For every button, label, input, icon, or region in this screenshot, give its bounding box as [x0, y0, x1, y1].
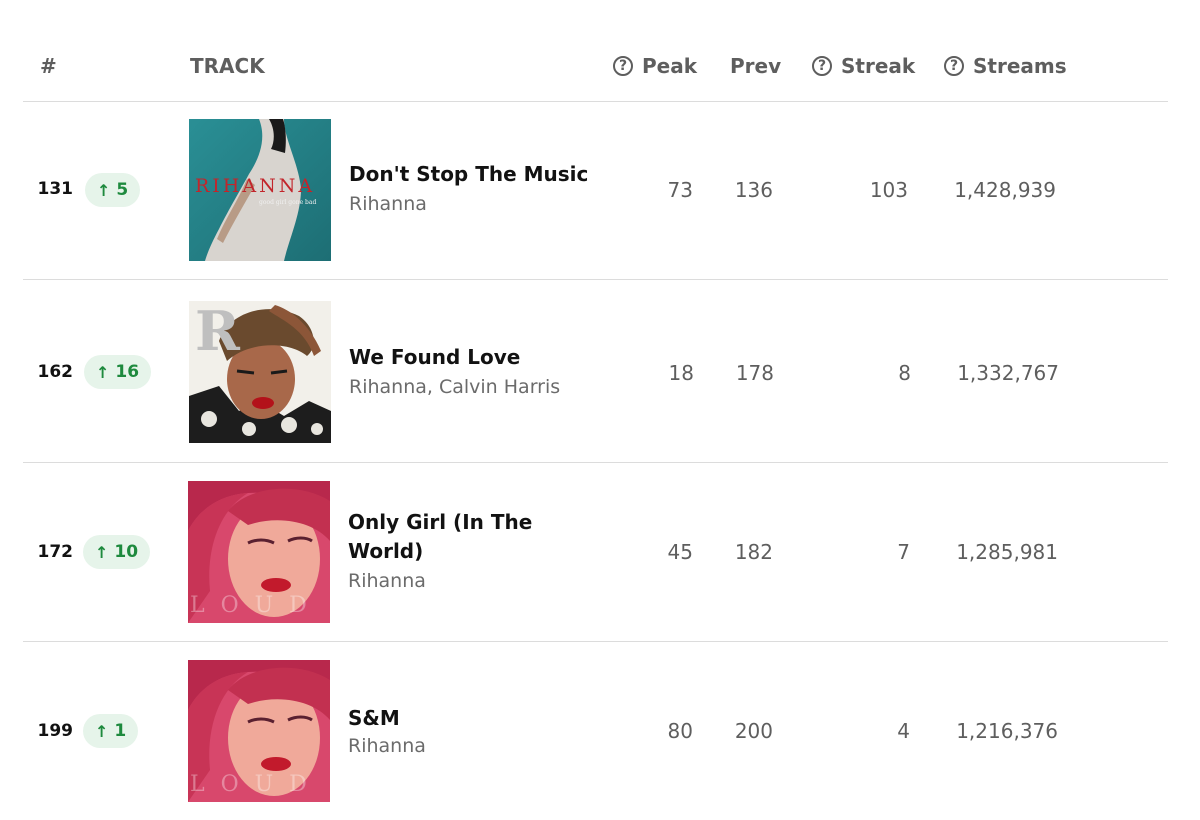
- streak-value: 8: [898, 361, 911, 385]
- album-cover[interactable]: R: [189, 301, 331, 443]
- rank-change-badge: ↑ 16: [84, 355, 152, 389]
- prev-value: 182: [734, 540, 773, 564]
- album-cover[interactable]: RIHANNA good girl gone bad: [189, 119, 331, 261]
- track-artist[interactable]: Rihanna: [349, 193, 427, 215]
- streams-header-label: Streams: [973, 54, 1067, 78]
- table-row[interactable]: 199 ↑ 1 LOUD S&M Rihanna 80 200 4 1,216,…: [23, 642, 1168, 820]
- rank-change-badge: ↑ 10: [83, 535, 151, 569]
- prev-value: 136: [734, 178, 773, 202]
- cover-artist-text: RIHANNA: [195, 175, 316, 197]
- table-row[interactable]: 162 ↑ 16 R We Found Love Rihanna, Calvin…: [23, 280, 1168, 463]
- rank-change-value: 1: [114, 721, 127, 741]
- album-cover[interactable]: LOUD: [188, 481, 330, 623]
- rank-number: 199: [37, 721, 74, 741]
- rank-change-value: 5: [116, 180, 129, 200]
- streams-column-header[interactable]: ? Streams: [944, 54, 1067, 78]
- streams-value: 1,428,939: [954, 178, 1056, 202]
- peak-column-header[interactable]: ? Peak: [613, 54, 697, 78]
- streak-value: 7: [897, 540, 910, 564]
- cover-album-text: good girl gone bad: [259, 199, 317, 206]
- album-cover[interactable]: LOUD: [188, 660, 330, 802]
- table-row[interactable]: 131 ↑ 5 RIHANNA good girl gone bad Don't…: [23, 101, 1168, 280]
- prev-value: 178: [735, 361, 774, 385]
- rank-number: 162: [37, 362, 74, 382]
- table-row[interactable]: 172 ↑ 10 LOUD Only Girl (In The World) R…: [23, 463, 1168, 642]
- prev-value: 200: [734, 719, 773, 743]
- rank-change-badge: ↑ 5: [85, 173, 141, 207]
- chart-header: # TRACK ? Peak Prev ? Streak ? Streams: [23, 0, 1168, 102]
- rank-column-header: #: [40, 54, 57, 78]
- track-title[interactable]: Only Girl (In The World): [348, 508, 578, 566]
- track-title[interactable]: Don't Stop The Music: [349, 160, 588, 189]
- peak-value: 18: [668, 361, 694, 385]
- peak-header-label: Peak: [642, 54, 698, 78]
- arrow-up-icon: ↑: [95, 721, 109, 741]
- arrow-up-icon: ↑: [97, 180, 111, 200]
- track-artist[interactable]: Rihanna: [348, 735, 426, 757]
- track-column-header: TRACK: [190, 54, 265, 78]
- peak-value: 80: [667, 719, 693, 743]
- streak-value: 103: [869, 178, 908, 202]
- rank-number: 131: [37, 179, 74, 199]
- rank-change-badge: ↑ 1: [83, 714, 139, 748]
- streams-value: 1,285,981: [956, 540, 1058, 564]
- rank-change-value: 10: [114, 542, 139, 562]
- track-title[interactable]: We Found Love: [349, 343, 520, 372]
- cover-logo-letter: R: [195, 301, 240, 363]
- streams-value: 1,332,767: [957, 361, 1059, 385]
- arrow-up-icon: ↑: [95, 542, 109, 562]
- rank-number: 172: [37, 542, 74, 562]
- arrow-up-icon: ↑: [96, 362, 110, 382]
- prev-column-header: Prev: [730, 54, 782, 78]
- streak-value: 4: [897, 719, 910, 743]
- rank-change-value: 16: [115, 362, 140, 382]
- track-title[interactable]: S&M: [348, 704, 400, 733]
- question-circle-icon[interactable]: ?: [812, 56, 832, 76]
- question-circle-icon[interactable]: ?: [613, 56, 633, 76]
- track-artist[interactable]: Rihanna, Calvin Harris: [349, 376, 560, 398]
- peak-value: 45: [667, 540, 693, 564]
- peak-value: 73: [667, 178, 693, 202]
- cover-album-text: LOUD: [190, 593, 323, 618]
- cover-album-text: LOUD: [190, 772, 323, 797]
- track-artist[interactable]: Rihanna: [348, 570, 426, 592]
- streams-value: 1,216,376: [956, 719, 1058, 743]
- streak-column-header[interactable]: ? Streak: [812, 54, 915, 78]
- streak-header-label: Streak: [841, 54, 916, 78]
- question-circle-icon[interactable]: ?: [944, 56, 964, 76]
